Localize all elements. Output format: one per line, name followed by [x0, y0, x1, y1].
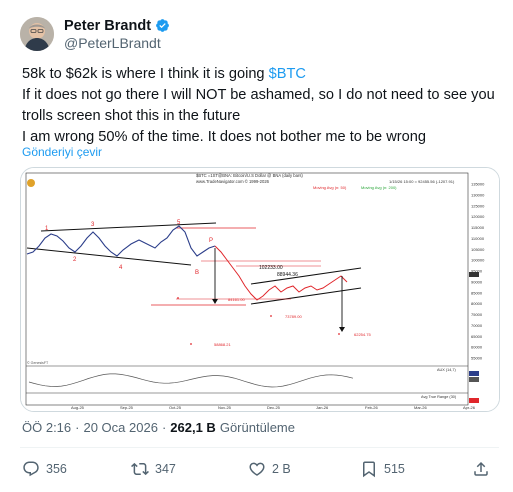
tweet-line-3: trolls screen shot this in the future — [22, 108, 241, 124]
wave-label-p: P — [209, 238, 213, 244]
meta-separator-2: · — [161, 420, 167, 435]
y-tick-label: 85000 — [471, 290, 483, 295]
level-label-88944: 88944.36 — [277, 272, 298, 278]
view-count: 262,1 B — [170, 420, 216, 435]
x-tick-label: Aug-25 — [71, 405, 85, 410]
chart-price-readout: 1/15/26 15:00 = 92455.56 (-1207.91) — [389, 179, 455, 184]
aux-value-badge-2 — [469, 377, 479, 382]
reply-icon — [23, 461, 39, 477]
y-tick-label: 125000 — [471, 203, 485, 208]
y-tick-label: 100000 — [471, 258, 485, 263]
avatar[interactable] — [20, 17, 54, 51]
chart-logo — [27, 179, 35, 187]
x-tick-label: Oct-25 — [169, 405, 182, 410]
tweet-header: Peter Brandt @PeterLBrandt — [20, 14, 170, 54]
y-tick-label: 135000 — [471, 182, 485, 187]
wave-label-b: B — [195, 270, 199, 276]
tweet-line-1-text: 58k to $62k is where I think it is going — [22, 66, 269, 82]
x-tick-label: Mar-26 — [414, 405, 427, 410]
chart-image[interactable]: $BTC =1ST@BNA: Bitcoin/U.S Dollar @ BNA … — [20, 167, 500, 412]
author-name[interactable]: Peter Brandt — [64, 18, 151, 34]
meta-separator: · — [75, 420, 80, 435]
y-tick-label: 130000 — [471, 192, 485, 197]
level-label-62254: 62254.75 — [354, 332, 371, 337]
x-tick-label: Dec-25 — [267, 405, 281, 410]
y-tick-label: 110000 — [471, 236, 485, 241]
tweet-line-1: 58k to $62k is where I think it is going… — [22, 64, 497, 85]
like-count: 2 B — [272, 462, 291, 476]
level-label-84161: 84161.00 — [228, 297, 245, 302]
reply-button[interactable]: 356 — [22, 460, 67, 478]
post-date[interactable]: 20 Oca 2026 — [83, 420, 157, 435]
aux-value-badge — [469, 371, 479, 376]
post-time[interactable]: ÖÖ 2:16 — [22, 420, 71, 435]
translate-post-link[interactable]: Gönderiyi çevir — [22, 145, 102, 159]
aux-label: AUX (14,7) — [437, 368, 457, 372]
x-tick-label: Feb-26 — [365, 405, 378, 410]
y-tick-label: 115000 — [471, 225, 485, 230]
like-button[interactable]: 2 B — [248, 460, 291, 478]
heart-icon — [249, 462, 265, 476]
level-label-58868: 58868.21 — [214, 342, 231, 347]
post-meta: ÖÖ 2:16 · 20 Oca 2026 · 262,1 B Görüntül… — [22, 420, 295, 435]
y-tick-label: 60000 — [471, 345, 483, 350]
share-button[interactable] — [472, 460, 490, 478]
repost-count: 347 — [155, 462, 176, 476]
cashtag-link[interactable]: $BTC — [269, 66, 306, 82]
avatar-image — [20, 17, 54, 51]
chart-x-axis: Aug-25 Sep-25 Oct-25 Nov-25 Dec-25 Jan-26 Feb-… — [71, 405, 476, 410]
level-label-73789: 73789.00 — [285, 314, 302, 319]
y-tick-label: 70000 — [471, 323, 483, 328]
view-count-label: Görüntüleme — [219, 420, 295, 435]
x-tick-label: Sep-25 — [120, 405, 134, 410]
bookmark-button[interactable]: 515 — [360, 460, 405, 478]
reply-count: 356 — [46, 462, 67, 476]
action-bar: 356 347 2 B 515 — [20, 460, 495, 484]
atr-label: Avg True Range (30) — [421, 395, 457, 399]
chart-subheader: www.TradeNavigator.com © 1999-2026 — [196, 179, 270, 184]
btc-chart: $BTC =1ST@BNA: Bitcoin/U.S Dollar @ BNA … — [21, 168, 499, 411]
x-tick-label: Jan-26 — [316, 405, 329, 410]
y-tick-label: 90000 — [471, 279, 483, 284]
tweet-text: 58k to $62k is where I think it is going… — [22, 64, 497, 148]
bookmark-icon — [363, 461, 375, 478]
y-tick-label: 55000 — [471, 356, 483, 361]
chart-header: $BTC =1ST@BNA: Bitcoin/U.S Dollar @ BNA … — [196, 173, 303, 178]
level-dot-62254 — [338, 333, 340, 335]
y-tick-label: 75000 — [471, 312, 483, 317]
x-tick-label: Apr-26 — [463, 405, 476, 410]
atr-value-badge — [469, 398, 479, 403]
chart-legend-ma50: Moving Avg (n: 50) — [313, 185, 347, 190]
author-block: Peter Brandt @PeterLBrandt — [64, 18, 170, 51]
repost-button[interactable]: 347 — [131, 460, 176, 478]
chart-legend-ma200: Moving Avg (n: 200) — [361, 185, 397, 190]
level-dot-73789 — [270, 315, 272, 317]
verified-badge-icon — [156, 19, 169, 32]
x-tick-label: Nov-25 — [218, 405, 232, 410]
bookmark-count: 515 — [384, 462, 405, 476]
repost-icon — [131, 462, 149, 476]
y-tick-label: 65000 — [471, 334, 483, 339]
author-handle[interactable]: @PeterLBrandt — [64, 35, 170, 51]
y-tick-label: 120000 — [471, 214, 485, 219]
y-tick-label: 80000 — [471, 301, 483, 306]
level-label-102233: 102233.00 — [259, 265, 283, 271]
share-icon — [474, 461, 488, 476]
tweet-line-2: If it does not go there I will NOT be as… — [22, 87, 495, 103]
level-dot-84161 — [177, 297, 179, 299]
divider — [20, 447, 499, 448]
price-value-badge — [469, 272, 479, 277]
chart-watermark: © GenesisFT — [27, 361, 49, 365]
level-dot-58868 — [190, 343, 192, 345]
y-tick-label: 105000 — [471, 247, 485, 252]
